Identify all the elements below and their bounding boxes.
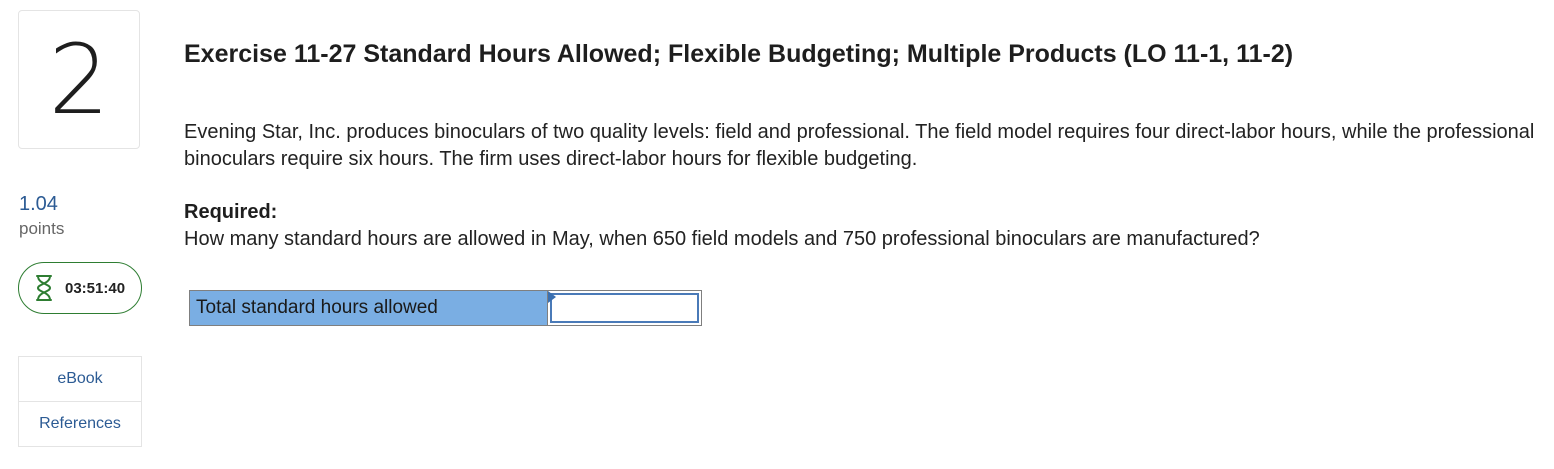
question-number-box: 2 [18,10,140,149]
question-page: 2 1.04 points 03:51:40 eBook References … [0,0,1554,469]
resources-panel: eBook References [18,356,142,447]
answer-table: Total standard hours allowed [189,290,702,326]
points-label: points [19,219,65,238]
hourglass-icon [35,275,53,301]
question-text: How many standard hours are allowed in M… [184,228,1260,250]
points-value: 1.04 [19,193,58,215]
total-standard-hours-input[interactable] [550,293,699,323]
timer[interactable]: 03:51:40 [18,262,142,314]
timer-text: 03:51:40 [65,279,126,297]
answer-row-label: Total standard hours allowed [190,291,548,325]
exercise-intro: Evening Star, Inc. produces binoculars o… [184,121,1535,170]
cell-marker-icon [548,291,556,303]
ebook-link[interactable]: eBook [19,357,141,401]
exercise-title: Exercise 11-27 Standard Hours Allowed; F… [184,40,1294,68]
references-link[interactable]: References [19,401,141,446]
required-label: Required: [184,201,278,223]
question-number: 2 [48,23,110,136]
answer-input-cell[interactable] [548,291,701,325]
